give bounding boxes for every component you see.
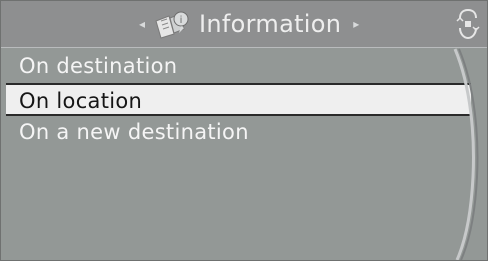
menu-item-on-destination[interactable]: On destination (1, 50, 471, 83)
controller-selector-icon[interactable] (455, 7, 481, 41)
navigation-display: ◂ i Information ▸ On destination On loca… (0, 0, 488, 261)
header-bar: ◂ i Information ▸ (1, 1, 487, 48)
page-title: Information (199, 10, 342, 38)
svg-text:i: i (180, 15, 183, 26)
menu-item-on-new-destination[interactable]: On a new destination (1, 116, 471, 149)
menu-item-on-location[interactable]: On location (6, 83, 471, 116)
header-title-group: ◂ i Information ▸ (139, 1, 359, 47)
info-menu-list: On destination On location On a new dest… (1, 50, 471, 149)
previous-arrow-icon[interactable]: ◂ (139, 1, 145, 47)
info-book-icon: i (155, 11, 189, 39)
next-arrow-icon[interactable]: ▸ (353, 1, 359, 47)
scroll-arc-indicator (453, 48, 479, 260)
